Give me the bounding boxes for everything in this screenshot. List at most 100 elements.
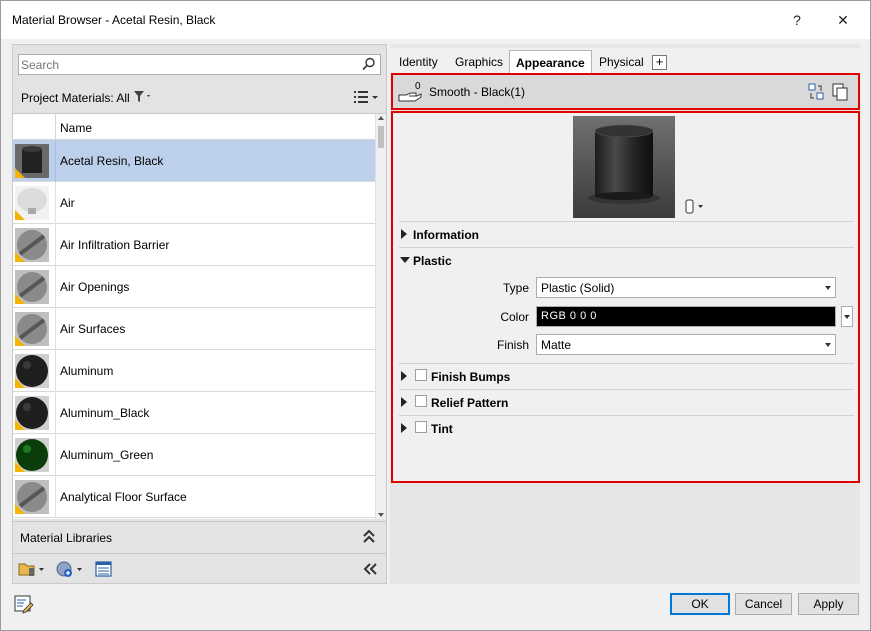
section-finish-bumps[interactable]: Finish Bumps — [399, 363, 854, 387]
replace-asset-icon[interactable] — [808, 83, 824, 101]
material-thumbnail — [15, 354, 49, 388]
appearance-properties: Information Plastic Type Plastic (Solid)… — [391, 111, 860, 483]
section-relief-pattern-label: Relief Pattern — [431, 396, 509, 410]
table-row[interactable]: Aluminum — [13, 350, 375, 392]
section-relief-pattern[interactable]: Relief Pattern — [399, 389, 854, 413]
column-divider — [55, 434, 56, 476]
material-name: Aluminum — [60, 364, 114, 378]
project-materials-header: Project Materials: All — [13, 83, 386, 111]
relief-pattern-checkbox[interactable] — [415, 395, 427, 407]
filter-icon[interactable] — [133, 90, 153, 104]
column-divider — [55, 182, 56, 224]
collapse-arrow-icon[interactable] — [400, 257, 410, 263]
table-row[interactable]: Aluminum_Green — [13, 434, 375, 476]
material-preview-image[interactable] — [573, 116, 675, 218]
material-thumbnail — [15, 186, 49, 220]
list-view-icon[interactable] — [352, 89, 380, 105]
preview-options-icon[interactable] — [683, 198, 711, 214]
asset-editor-icon[interactable] — [95, 560, 113, 578]
material-thumbnail — [15, 480, 49, 514]
column-divider — [55, 308, 56, 350]
list-scrollbar[interactable] — [375, 114, 386, 519]
chevron-down-icon — [825, 286, 831, 290]
collapse-up-icon[interactable] — [362, 528, 376, 544]
material-libraries-bar[interactable]: Material Libraries — [13, 521, 386, 551]
column-header-name[interactable]: Name — [60, 121, 92, 135]
column-divider — [55, 476, 56, 518]
material-editor-toggle-icon[interactable] — [14, 594, 34, 614]
tab-graphics[interactable]: Graphics — [455, 55, 503, 69]
search-box[interactable] — [18, 54, 381, 75]
table-row[interactable]: Air Surfaces — [13, 308, 375, 350]
cancel-button[interactable]: Cancel — [735, 593, 792, 615]
table-row[interactable]: Air Openings — [13, 266, 375, 308]
table-row[interactable]: Aluminum_Black — [13, 392, 375, 434]
material-name: Aluminum_Green — [60, 448, 154, 462]
finish-value: Matte — [541, 338, 572, 352]
material-name: Aluminum_Black — [60, 406, 150, 420]
section-information[interactable]: Information — [399, 221, 854, 245]
material-browser-window: Material Browser - Acetal Resin, Black ?… — [0, 0, 871, 631]
tint-checkbox[interactable] — [415, 421, 427, 433]
section-tint[interactable]: Tint — [399, 415, 854, 439]
color-label: Color — [500, 310, 529, 324]
scroll-thumb[interactable] — [378, 126, 384, 148]
column-divider — [55, 350, 56, 392]
color-value: RGB 0 0 0 — [541, 310, 597, 322]
asset-name: Smooth - Black(1) — [429, 85, 526, 99]
ok-button[interactable]: OK — [670, 593, 730, 615]
close-button[interactable]: ✕ — [823, 5, 863, 35]
expand-arrow-icon[interactable] — [401, 397, 407, 407]
scroll-down-arrow[interactable] — [378, 513, 384, 517]
tab-physical[interactable]: Physical — [599, 55, 644, 69]
material-editor-panel: Identity Graphics Appearance Physical + … — [390, 44, 860, 584]
help-icon: ? — [793, 12, 801, 28]
color-options-button[interactable] — [841, 306, 853, 327]
column-divider — [55, 224, 56, 266]
editor-tabs: Identity Graphics Appearance Physical + — [390, 48, 860, 74]
open-library-icon[interactable] — [18, 560, 46, 578]
material-name: Analytical Floor Surface — [60, 490, 187, 504]
section-tint-label: Tint — [431, 422, 453, 436]
finish-bumps-checkbox[interactable] — [415, 369, 427, 381]
project-materials-label: Project Materials: All — [21, 91, 130, 105]
table-row[interactable]: Air — [13, 182, 375, 224]
apply-button[interactable]: Apply — [798, 593, 859, 615]
finish-dropdown[interactable]: Matte — [536, 334, 836, 355]
expand-arrow-icon[interactable] — [401, 229, 407, 239]
material-thumbnail — [15, 228, 49, 262]
asset-header: 0 Smooth - Black(1) — [391, 73, 860, 110]
expand-arrow-icon[interactable] — [401, 423, 407, 433]
column-divider — [55, 392, 56, 434]
type-dropdown[interactable]: Plastic (Solid) — [536, 277, 836, 298]
section-plastic[interactable]: Plastic — [399, 247, 854, 271]
materials-list: Acetal Resin, Black Air Air Infiltration B… — [13, 140, 375, 518]
search-icon[interactable] — [362, 57, 376, 71]
scroll-up-arrow[interactable] — [378, 116, 384, 120]
materials-table: Name Acetal Resin, Black Air Air Infiltrat… — [13, 113, 386, 519]
section-plastic-label: Plastic — [413, 254, 452, 268]
tab-appearance[interactable]: Appearance — [509, 50, 592, 74]
tab-identity[interactable]: Identity — [399, 55, 438, 69]
section-finish-bumps-label: Finish Bumps — [431, 370, 511, 384]
title-bar: Material Browser - Acetal Resin, Black ?… — [1, 1, 870, 39]
material-thumbnail — [15, 270, 49, 304]
search-input[interactable] — [21, 56, 351, 73]
color-field[interactable]: RGB 0 0 0 — [536, 306, 836, 327]
column-divider — [55, 140, 56, 182]
help-button[interactable]: ? — [777, 5, 817, 35]
libraries-toolbar — [13, 553, 386, 583]
add-asset-tab-button[interactable]: + — [652, 55, 667, 70]
table-row[interactable]: Air Infiltration Barrier — [13, 224, 375, 266]
chevron-down-icon — [844, 315, 850, 319]
add-library-icon[interactable] — [55, 560, 85, 578]
table-row[interactable]: Acetal Resin, Black — [13, 140, 375, 182]
table-row[interactable]: Analytical Floor Surface — [13, 476, 375, 518]
material-name: Acetal Resin, Black — [60, 154, 164, 168]
duplicate-asset-icon[interactable] — [832, 83, 848, 101]
expand-arrow-icon[interactable] — [401, 371, 407, 381]
material-list-panel: Project Materials: All Name Acetal Resin… — [12, 44, 387, 584]
finish-label: Finish — [496, 338, 529, 352]
collapse-left-icon[interactable] — [362, 562, 378, 576]
asset-usage-count: 0 — [415, 81, 421, 92]
